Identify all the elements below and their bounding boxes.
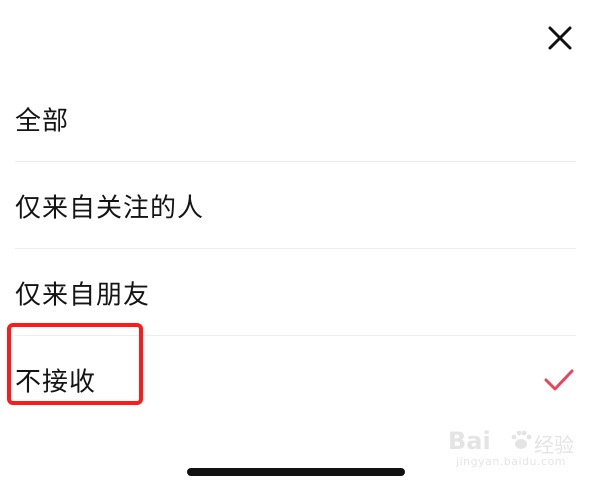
option-list: 全部 仅来自关注的人 仅来自朋友 不接收: [0, 75, 595, 423]
baidu-jingyan-watermark: Bai 经验 jingyan.baidu.com: [448, 425, 588, 470]
watermark-logo: Bai: [448, 427, 491, 455]
paw-icon: [511, 430, 532, 449]
option-all[interactable]: 全部: [0, 75, 595, 162]
option-label: 全部: [15, 106, 70, 136]
close-icon: [548, 26, 572, 50]
option-friends-only[interactable]: 仅来自朋友: [0, 249, 595, 336]
option-label: 不接收: [15, 367, 97, 397]
watermark-cn: 经验: [534, 433, 574, 457]
home-indicator: [187, 468, 405, 476]
option-label: 仅来自朋友: [15, 280, 151, 310]
notification-source-sheet: 全部 仅来自关注的人 仅来自朋友 不接收 Bai 经验 jingyan.baid…: [0, 0, 595, 482]
watermark-url: jingyan.baidu.com: [456, 455, 567, 468]
close-button[interactable]: [540, 18, 580, 58]
option-none[interactable]: 不接收: [0, 336, 595, 423]
option-label: 仅来自关注的人: [15, 193, 205, 223]
option-following-only[interactable]: 仅来自关注的人: [0, 162, 595, 249]
checkmark-icon: [544, 369, 574, 390]
